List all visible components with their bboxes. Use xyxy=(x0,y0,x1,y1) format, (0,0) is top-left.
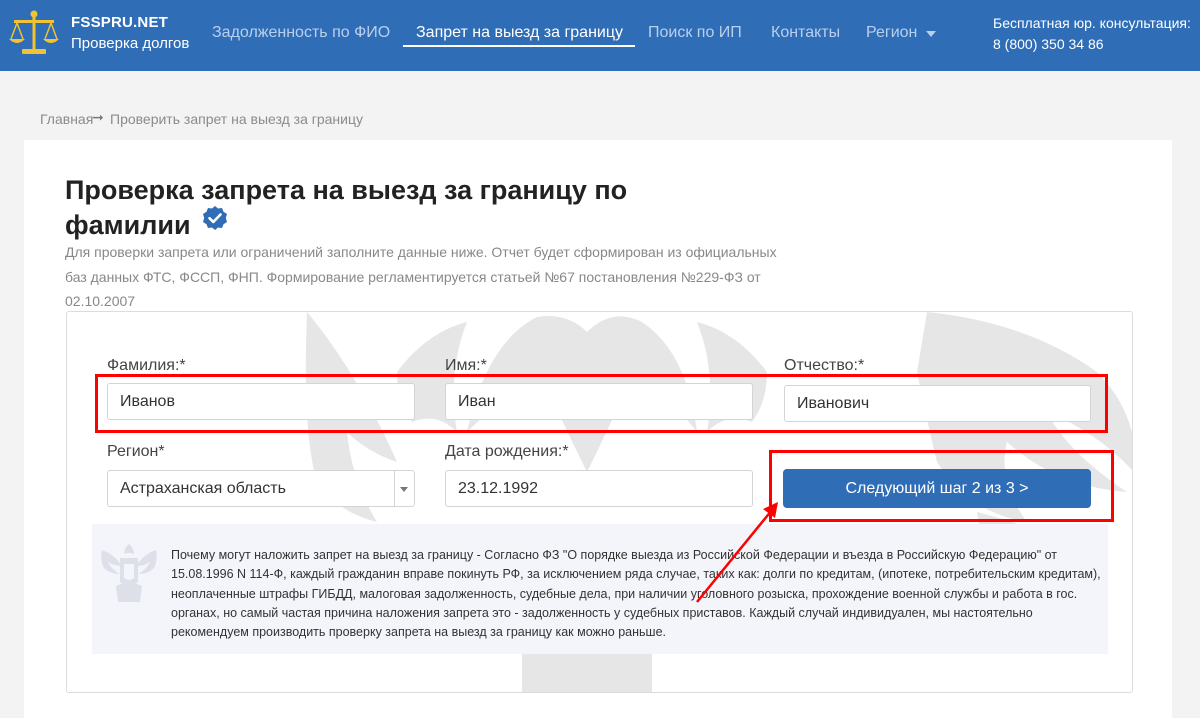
chevron-down-icon xyxy=(400,487,408,492)
logo-subtitle[interactable]: Проверка долгов xyxy=(71,35,189,52)
site-header: FSSPRU.NET Проверка долгов Задолженность… xyxy=(0,0,1200,71)
annotation-highlight-name-fields xyxy=(95,374,1108,433)
logo-title[interactable]: FSSPRU.NET xyxy=(71,14,168,31)
page-title: Проверка запрета на выезд за границу по … xyxy=(65,175,628,240)
region-label: Регион* xyxy=(107,443,165,460)
info-text: Почему могут наложить запрет на выезд за… xyxy=(171,548,1101,640)
consultation-label: Бесплатная юр. консультация: xyxy=(993,15,1191,31)
nav-active-underline xyxy=(403,45,635,47)
nav-contacts[interactable]: Контакты xyxy=(771,24,840,42)
birthdate-label: Дата рождения:* xyxy=(445,443,569,460)
surname-label: Фамилия:* xyxy=(107,357,186,374)
nav-debt-by-name[interactable]: Задолженность по ФИО xyxy=(212,24,390,42)
arrow-right-icon: ➞ xyxy=(92,109,104,125)
verified-check-icon xyxy=(203,206,227,230)
patronymic-label: Отчество:* xyxy=(784,357,865,374)
intro-text: Для проверки запрета или ограничений зап… xyxy=(65,244,777,309)
chevron-down-icon[interactable] xyxy=(926,31,936,37)
nav-region[interactable]: Регион xyxy=(866,24,917,42)
annotation-highlight-next-button xyxy=(769,450,1114,522)
nav-search-ip[interactable]: Поиск по ИП xyxy=(648,24,742,42)
birthdate-input[interactable]: 23.12.1992 xyxy=(445,470,753,507)
breadcrumb-current: Проверить запрет на выезд за границу xyxy=(110,111,363,127)
region-select[interactable]: Астраханская область xyxy=(107,470,415,507)
nav-travel-ban[interactable]: Запрет на выезд за границу xyxy=(416,24,623,42)
name-label: Имя:* xyxy=(445,357,487,374)
breadcrumb-home[interactable]: Главная xyxy=(40,111,93,127)
scales-icon[interactable] xyxy=(8,9,60,59)
eagle-emblem-icon xyxy=(101,544,157,602)
phone-number[interactable]: 8 (800) 350 34 86 xyxy=(993,36,1104,52)
